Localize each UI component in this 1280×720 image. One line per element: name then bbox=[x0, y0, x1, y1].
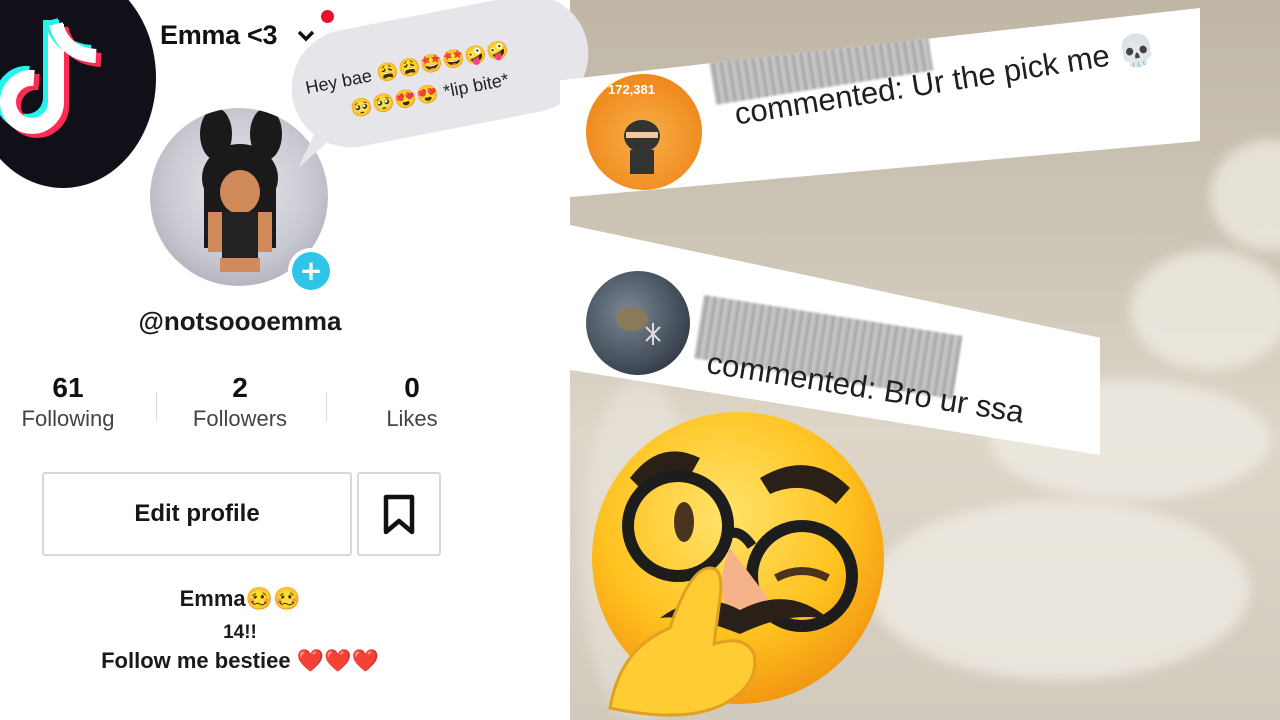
favorites-button[interactable] bbox=[357, 472, 441, 556]
profile-display-name[interactable]: Emma <3 bbox=[160, 20, 278, 51]
stat-following[interactable]: 61 Following bbox=[0, 372, 148, 432]
stat-likes-value: 0 bbox=[404, 372, 420, 403]
stat-divider bbox=[156, 392, 157, 422]
commenter-avatar[interactable] bbox=[586, 271, 690, 375]
stat-following-label: Following bbox=[21, 406, 115, 431]
bio-line-age: 14!! bbox=[223, 622, 257, 643]
stat-divider bbox=[326, 392, 327, 422]
profile-handle: @notsoooemma bbox=[138, 306, 342, 336]
stat-followers-label: Followers bbox=[192, 406, 288, 431]
thumbnail-canvas: Emma <3 + @notsoooemma 61 Following 2 Fo… bbox=[0, 0, 1280, 720]
speech-bubble: Hey bae 😩😩🤩🤩🤪🤪 🥺🥺😍😍 *lip bite* bbox=[280, 0, 599, 200]
commenter-avatar[interactable]: 172,381 bbox=[586, 74, 702, 190]
bio-line-name: Emma🥴🥴 bbox=[179, 586, 301, 611]
stat-following-value: 61 bbox=[52, 372, 84, 403]
stat-followers-value: 2 bbox=[232, 372, 248, 403]
bookmark-icon bbox=[383, 494, 415, 535]
stat-likes-label: Likes bbox=[386, 406, 438, 431]
tiktok-logo-icon bbox=[0, 0, 156, 188]
stat-followers[interactable]: 2 Followers bbox=[160, 372, 320, 432]
profile-panel: Emma <3 + @notsoooemma 61 Following 2 Fo… bbox=[0, 0, 599, 720]
plus-icon: + bbox=[292, 252, 330, 290]
avatar-count-label: 172,381 bbox=[608, 82, 655, 97]
bio-line-follow: Follow me bestiee ❤️❤️❤️ bbox=[101, 648, 379, 673]
edit-profile-button[interactable]: Edit profile bbox=[42, 472, 352, 556]
stat-likes[interactable]: 0 Likes bbox=[332, 372, 492, 432]
add-story-button[interactable]: + bbox=[288, 248, 334, 294]
disguise-face-emoji bbox=[592, 412, 884, 717]
